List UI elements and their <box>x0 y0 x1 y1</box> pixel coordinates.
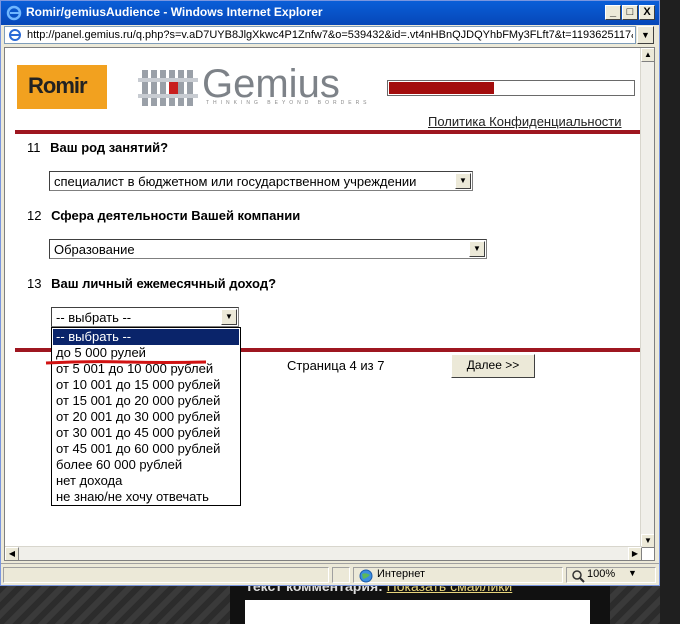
close-button[interactable]: X <box>639 5 655 20</box>
romir-logo: Romir <box>17 65 107 109</box>
scroll-left-icon[interactable]: ◀ <box>5 547 19 560</box>
comment-textarea[interactable] <box>245 600 590 624</box>
horizontal-scrollbar[interactable]: ◀ ▶ <box>5 546 642 560</box>
question-text: Ваш род занятий? <box>50 140 169 155</box>
dropdown-option[interactable]: до 5 000 рулей <box>53 345 239 361</box>
dropdown-option[interactable]: от 15 001 до 20 000 рублей <box>53 393 239 409</box>
chevron-down-icon[interactable]: ▼ <box>469 241 485 257</box>
income-dropdown-list[interactable]: -- выбрать -- до 5 000 рулей от 5 001 до… <box>51 327 241 506</box>
globe-icon <box>359 569 373 583</box>
dropdown-option[interactable]: не знаю/не хочу отвечать <box>53 489 239 505</box>
question-number: 11 <box>27 140 41 155</box>
address-dropdown-button[interactable]: ▼ <box>637 26 654 44</box>
dropdown-option[interactable]: от 20 001 до 30 000 рублей <box>53 409 239 425</box>
gemius-tagline: THINKING BEYOND BORDERS <box>206 100 371 106</box>
address-bar: http://panel.gemius.ru/q.php?s=v.aD7UYB8… <box>1 25 659 45</box>
question-12: 12 Сфера деятельности Вашей компании <box>27 208 300 223</box>
header-divider <box>15 130 640 134</box>
occupation-value: специалист в бюджетном или государственн… <box>54 174 417 189</box>
status-pane-small <box>332 567 350 583</box>
gemius-logo: Gemius THINKING BEYOND BORDERS <box>138 62 367 112</box>
red-underline-annotation <box>45 360 207 365</box>
scroll-up-icon[interactable]: ▲ <box>641 48 654 62</box>
vertical-scrollbar[interactable]: ▲ ▼ <box>640 48 654 548</box>
romir-logo-text: Romir <box>28 73 88 98</box>
income-select[interactable]: -- выбрать -- ▼ <box>51 307 239 327</box>
background-strip <box>660 0 680 624</box>
chevron-down-icon[interactable]: ▼ <box>455 173 471 189</box>
survey-page: Romir Gemius THINKING BEYOND BORDERS Пол… <box>5 48 642 548</box>
address-field[interactable]: http://panel.gemius.ru/q.php?s=v.aD7UYB8… <box>4 26 636 44</box>
window-title: Romir/gemiusAudience - Windows Internet … <box>26 5 323 19</box>
privacy-policy-link[interactable]: Политика Конфиденциальности <box>428 114 622 129</box>
title-bar[interactable]: Romir/gemiusAudience - Windows Internet … <box>1 1 659 25</box>
zoom-icon <box>572 570 585 583</box>
question-text: Сфера деятельности Вашей компании <box>51 208 301 223</box>
gemius-mark-icon <box>138 70 198 106</box>
dropdown-option[interactable]: от 10 001 до 15 000 рублей <box>53 377 239 393</box>
scroll-right-icon[interactable]: ▶ <box>628 547 642 560</box>
address-url: http://panel.gemius.ru/q.php?s=v.aD7UYB8… <box>27 29 633 41</box>
dropdown-option[interactable]: от 30 001 до 45 000 рублей <box>53 425 239 441</box>
page-icon <box>9 29 21 41</box>
dropdown-option[interactable]: -- выбрать -- <box>53 329 239 345</box>
dropdown-option[interactable]: от 45 001 до 60 000 рублей <box>53 441 239 457</box>
question-number: 12 <box>27 208 42 223</box>
chevron-down-icon[interactable]: ▼ <box>628 568 637 578</box>
question-number: 13 <box>27 276 42 291</box>
chevron-down-icon[interactable]: ▼ <box>221 309 237 325</box>
question-13: 13 Ваш личный ежемесячный доход? <box>27 276 276 291</box>
industry-select[interactable]: Образование ▼ <box>49 239 487 259</box>
progress-fill <box>389 82 494 94</box>
internet-explorer-icon <box>6 5 22 21</box>
income-value: -- выбрать -- <box>56 310 132 325</box>
status-bar: Интернет 100% ▼ <box>1 563 659 585</box>
ie-window: Romir/gemiusAudience - Windows Internet … <box>0 0 660 586</box>
status-text-pane <box>3 567 329 583</box>
page-viewport: Romir Gemius THINKING BEYOND BORDERS Пол… <box>4 47 655 561</box>
next-button[interactable]: Далее >> <box>451 354 535 378</box>
page-indicator: Страница 4 из 7 <box>287 358 385 373</box>
security-zone-label: Интернет <box>377 568 425 580</box>
maximize-button[interactable]: □ <box>622 5 638 20</box>
dropdown-option[interactable]: более 60 000 рублей <box>53 457 239 473</box>
survey-progress-bar <box>387 80 635 96</box>
question-text: Ваш личный ежемесячный доход? <box>51 276 277 291</box>
minimize-button[interactable]: _ <box>605 5 621 20</box>
question-11: 11 Ваш род занятий? <box>27 140 168 155</box>
occupation-select[interactable]: специалист в бюджетном или государственн… <box>49 171 473 191</box>
scroll-down-icon[interactable]: ▼ <box>641 534 654 548</box>
dropdown-option[interactable]: нет дохода <box>53 473 239 489</box>
industry-value: Образование <box>54 242 135 257</box>
zoom-level[interactable]: 100% <box>587 568 615 580</box>
